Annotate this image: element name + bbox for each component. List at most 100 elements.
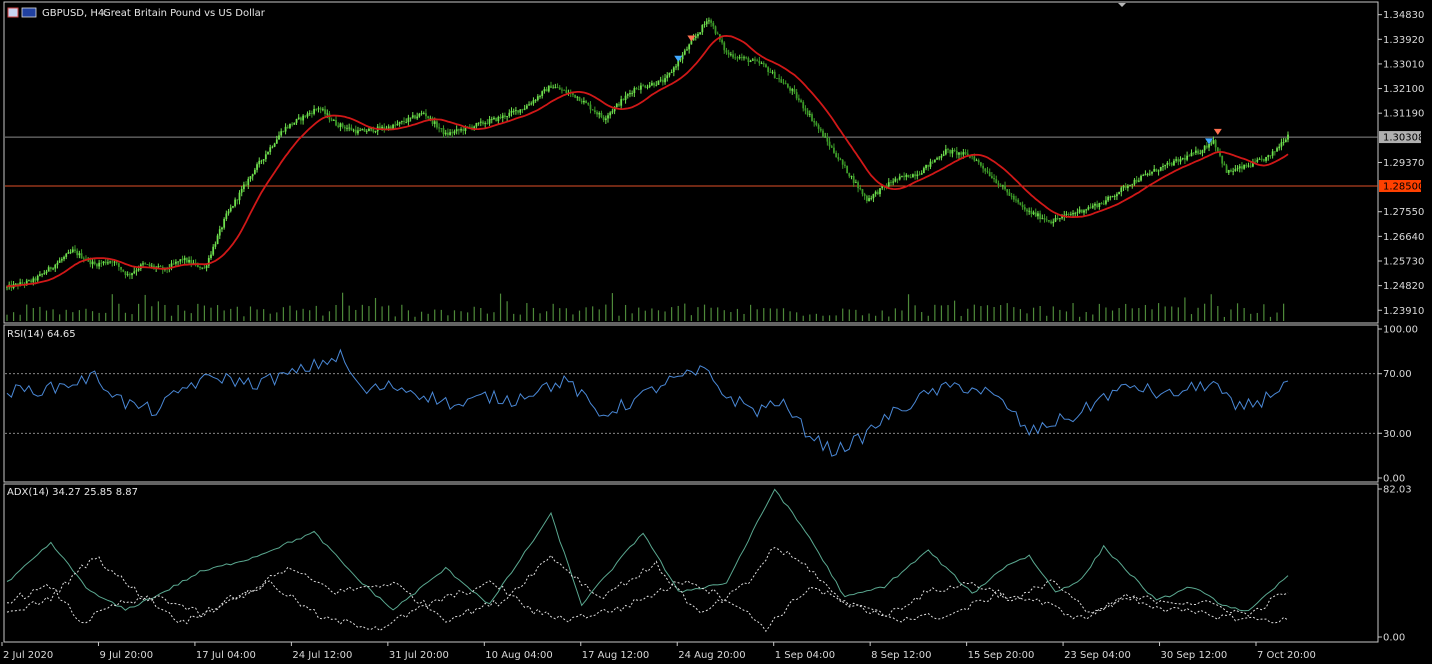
candle-body[interactable] <box>460 129 462 131</box>
candle-body[interactable] <box>1175 159 1178 161</box>
candle-body[interactable] <box>490 119 493 120</box>
candle-body[interactable] <box>1221 155 1224 164</box>
candle-body[interactable] <box>304 115 307 117</box>
candle-body[interactable] <box>216 235 219 245</box>
candle-body[interactable] <box>199 267 201 268</box>
candle-body[interactable] <box>802 102 805 109</box>
candle-body[interactable] <box>330 119 333 121</box>
candle-body[interactable] <box>510 110 513 113</box>
candle-body[interactable] <box>852 176 855 183</box>
candle-body[interactable] <box>565 90 568 93</box>
candle-body[interactable] <box>795 92 798 99</box>
candle-body[interactable] <box>914 174 917 177</box>
candle-body[interactable] <box>137 268 140 271</box>
candle-body[interactable] <box>585 100 587 104</box>
candle-body[interactable] <box>681 54 684 60</box>
candle-body[interactable] <box>539 95 541 97</box>
candle-body[interactable] <box>890 182 892 183</box>
candle-body[interactable] <box>190 259 193 264</box>
candle-body[interactable] <box>56 262 59 265</box>
candle-body[interactable] <box>249 176 252 179</box>
candle-body[interactable] <box>629 93 631 95</box>
candle-body[interactable] <box>942 154 945 156</box>
candle-body[interactable] <box>922 168 925 174</box>
candle-body[interactable] <box>409 117 412 119</box>
candle-body[interactable] <box>227 211 230 214</box>
candle-body[interactable] <box>422 113 425 115</box>
candle-body[interactable] <box>837 157 840 160</box>
candle-body[interactable] <box>1048 220 1050 222</box>
candle-body[interactable] <box>828 141 831 147</box>
candle-body[interactable] <box>181 259 184 261</box>
candle-body[interactable] <box>1210 143 1213 145</box>
candle-body[interactable] <box>374 131 377 133</box>
candle-body[interactable] <box>582 100 585 103</box>
candle-body[interactable] <box>122 269 125 272</box>
candle-body[interactable] <box>67 252 70 254</box>
candle-body[interactable] <box>536 96 539 101</box>
candle-body[interactable] <box>903 176 906 178</box>
candle-body[interactable] <box>670 72 673 73</box>
candle-body[interactable] <box>495 117 498 122</box>
candle-body[interactable] <box>455 129 458 132</box>
candle-body[interactable] <box>865 195 868 202</box>
candle-body[interactable] <box>436 121 438 128</box>
candle-body[interactable] <box>874 191 877 195</box>
candle-body[interactable] <box>1282 142 1285 143</box>
time-axis[interactable]: 2 Jul 2020 9 Jul 20:00 17 Jul 04:00 24 Jul … <box>1 642 1316 661</box>
candle-body[interactable] <box>363 129 366 132</box>
candle-body[interactable] <box>973 156 976 161</box>
candle-body[interactable] <box>433 121 436 124</box>
candle-body[interactable] <box>486 123 489 124</box>
candle-body[interactable] <box>113 261 116 263</box>
candle-body[interactable] <box>767 67 770 72</box>
candle-body[interactable] <box>317 108 320 110</box>
candle-body[interactable] <box>547 85 550 92</box>
candle-body[interactable] <box>427 116 430 119</box>
candle-body[interactable] <box>633 88 636 94</box>
candle-body[interactable] <box>765 64 767 68</box>
candle-body[interactable] <box>596 112 598 115</box>
candle-body[interactable] <box>841 160 844 165</box>
candle-body[interactable] <box>508 112 511 117</box>
candle-body[interactable] <box>962 152 965 155</box>
candle-body[interactable] <box>604 118 607 121</box>
candle-body[interactable] <box>214 244 217 247</box>
candle-body[interactable] <box>177 261 179 263</box>
candle-body[interactable] <box>631 93 634 94</box>
candle-body[interactable] <box>521 109 524 111</box>
candle-body[interactable] <box>925 164 927 169</box>
candle-body[interactable] <box>54 264 57 269</box>
candle-body[interactable] <box>543 89 546 92</box>
candle-body[interactable] <box>929 161 932 167</box>
candle-body[interactable] <box>784 83 787 85</box>
candle-body[interactable] <box>1262 159 1265 161</box>
candle-body[interactable] <box>497 116 500 122</box>
candle-body[interactable] <box>650 83 653 86</box>
candle-body[interactable] <box>1085 209 1088 211</box>
candle-body[interactable] <box>107 262 109 264</box>
candle-body[interactable] <box>760 63 763 64</box>
candle-body[interactable] <box>100 262 103 264</box>
candle-body[interactable] <box>1032 212 1035 215</box>
candle-body[interactable] <box>701 25 704 33</box>
candle-body[interactable] <box>350 127 353 131</box>
candle-body[interactable] <box>806 110 809 115</box>
candle-body[interactable] <box>587 103 590 105</box>
candle-body[interactable] <box>1113 196 1116 197</box>
candle-body[interactable] <box>872 194 875 199</box>
candle-body[interactable] <box>615 103 618 107</box>
candle-body[interactable] <box>1208 143 1210 148</box>
candle-body[interactable] <box>791 89 794 91</box>
candle-body[interactable] <box>773 71 776 79</box>
candle-body[interactable] <box>907 174 910 178</box>
candle-body[interactable] <box>530 103 533 105</box>
candle-body[interactable] <box>337 125 340 127</box>
candle-body[interactable] <box>697 34 699 37</box>
candle-body[interactable] <box>1061 216 1063 219</box>
candle-body[interactable] <box>262 159 265 161</box>
candle-body[interactable] <box>846 165 849 174</box>
candle-body[interactable] <box>1144 174 1147 176</box>
candle-body[interactable] <box>135 270 138 272</box>
candle-body[interactable] <box>30 280 33 283</box>
